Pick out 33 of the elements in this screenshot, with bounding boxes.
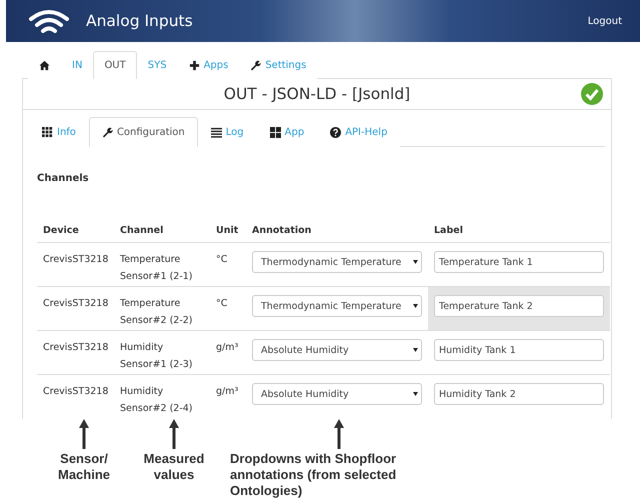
callout-text: Dropdowns with Shopfloor annotations (from selected Ontologies) xyxy=(230,451,398,499)
up-arrow xyxy=(169,419,179,449)
section-heading: Channels xyxy=(37,173,90,184)
home-icon xyxy=(39,60,50,71)
label-field[interactable]: Humidity Tank 1 xyxy=(434,339,604,361)
help-icon xyxy=(330,127,342,138)
app-title: Analog Inputs xyxy=(86,12,194,30)
annotation-dropdown[interactable]: Absolute Humidity xyxy=(252,339,422,361)
grid-icon xyxy=(270,127,281,138)
callout-text: Measured values xyxy=(142,451,206,483)
tab[interactable]: Configuration xyxy=(88,117,198,147)
callout-text: Sensor/ Machine xyxy=(56,451,111,483)
list-icon xyxy=(210,127,222,138)
caret-icon xyxy=(413,392,418,396)
wrench-icon xyxy=(250,60,262,71)
caret-icon xyxy=(413,260,418,264)
annotation-dropdown[interactable]: Thermodynamic Temperature xyxy=(252,251,422,273)
plus-icon xyxy=(188,60,200,71)
label-field[interactable]: Humidity Tank 2 xyxy=(434,383,604,405)
caret-icon xyxy=(413,304,418,308)
up-arrow xyxy=(334,419,344,449)
wrench-icon xyxy=(102,127,113,138)
annotation-dropdown[interactable]: Thermodynamic Temperature xyxy=(252,295,422,317)
nav-tab[interactable]: OUT xyxy=(93,51,137,79)
annotation-dropdown[interactable]: Absolute Humidity xyxy=(252,383,422,405)
logout-link[interactable]: Logout xyxy=(588,16,622,26)
caret-icon xyxy=(413,348,418,352)
wifi-logo-icon xyxy=(28,9,70,33)
panel-title: OUT - JSON-LD - [Jsonld] xyxy=(222,85,412,103)
label-field[interactable]: Temperature Tank 2 xyxy=(434,295,604,317)
up-arrow xyxy=(79,419,89,449)
label-field[interactable]: Temperature Tank 1 xyxy=(434,251,604,273)
grid-icon xyxy=(42,127,53,138)
